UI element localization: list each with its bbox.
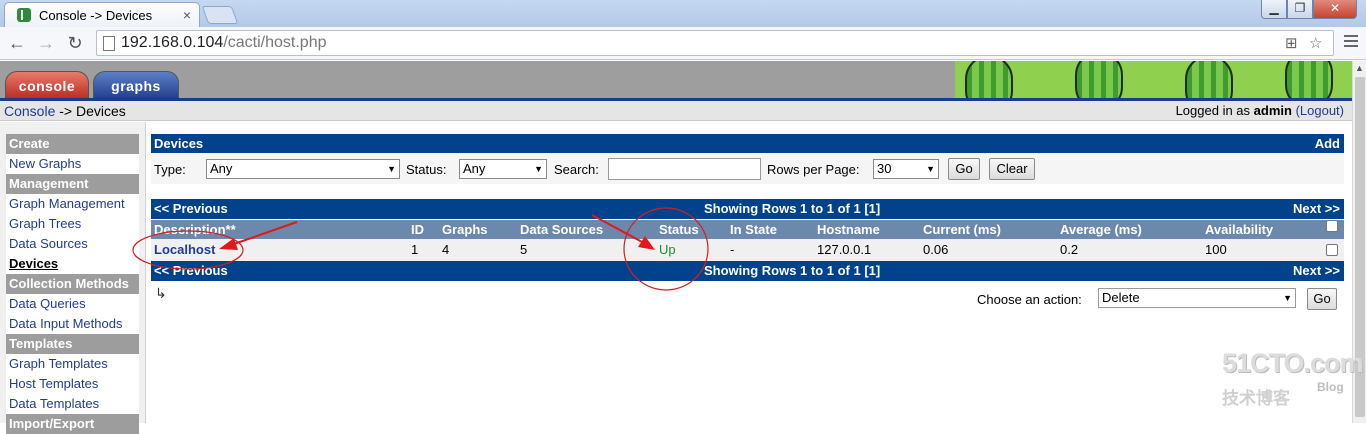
annotation-circle-status bbox=[623, 207, 709, 291]
watermark-main: 51CTO.com bbox=[1222, 348, 1364, 378]
annotation-circle-localhost bbox=[132, 230, 244, 270]
watermark-sub: 技术博客 bbox=[1222, 389, 1290, 408]
red-annotation-overlay bbox=[132, 207, 709, 291]
watermark-blog: Blog bbox=[1317, 380, 1344, 394]
scroll-up-arrow-icon[interactable]: ▲ bbox=[1355, 63, 1364, 73]
watermark-logo: 51CTO.com 技术博客 Blog bbox=[1222, 348, 1364, 408]
annotation-arrowhead-status bbox=[638, 236, 655, 250]
annotation-arrow-localhost bbox=[230, 221, 298, 246]
annotation-arrow-status bbox=[591, 214, 645, 244]
